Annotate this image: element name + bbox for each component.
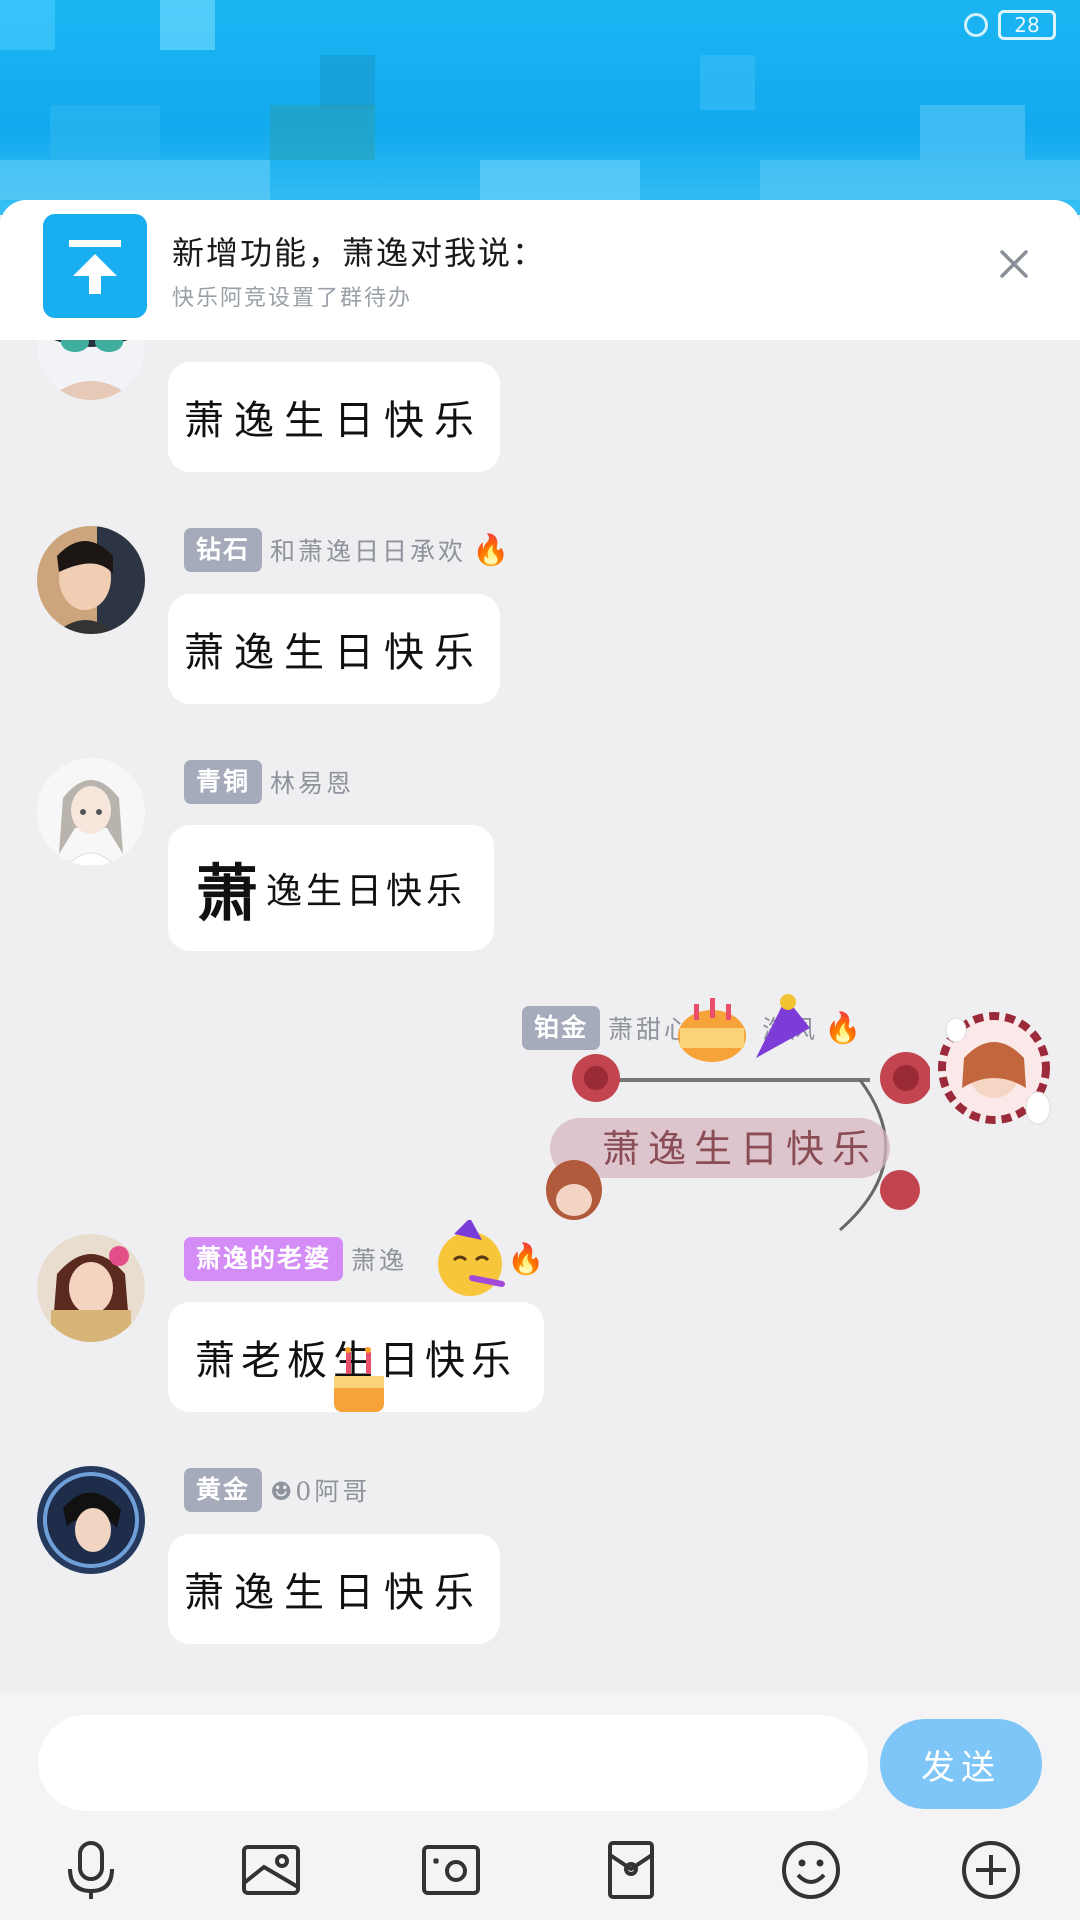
fire-icon: 🔥 (472, 532, 510, 568)
status-bar: 28 (964, 10, 1056, 40)
sender-meta: 青铜 林易恩 (184, 760, 354, 804)
feature-notice-banner[interactable]: 新增功能，萧逸对我说： 快乐阿竞设置了群待办 (0, 200, 1080, 340)
red-packet-icon[interactable] (596, 1835, 666, 1905)
signal-icon (964, 13, 988, 37)
plus-icon[interactable] (956, 1835, 1026, 1905)
close-icon[interactable] (996, 246, 1032, 282)
sender-meta: 黄金 ☻0阿哥 (184, 1468, 370, 1512)
avatar[interactable] (37, 758, 145, 866)
avatar-frame-self[interactable] (934, 1008, 1054, 1128)
sender-nickname[interactable]: ☻0阿哥 (270, 1472, 370, 1508)
notice-title: 新增功能，萧逸对我说： (172, 234, 547, 272)
battery-indicator: 28 (998, 10, 1056, 40)
blurred-header: 28 (0, 0, 1080, 215)
message-input[interactable] (38, 1715, 868, 1811)
message-bubble[interactable]: 萧逸生日快乐 (168, 594, 500, 704)
sender-nickname[interactable]: 和萧逸日日承欢 (270, 532, 466, 568)
sender-nickname[interactable]: 萧逸 (351, 1241, 407, 1277)
emoji-icon[interactable] (776, 1835, 846, 1905)
message-text: 萧逸生日快乐 (601, 1126, 878, 1171)
send-button[interactable]: 发送 (880, 1719, 1042, 1809)
avatar[interactable] (37, 1466, 145, 1574)
message-bubble[interactable]: 萧逸生日快乐 (168, 362, 500, 472)
mic-icon[interactable] (56, 1835, 126, 1905)
sender-nickname[interactable]: 林易恩 (270, 764, 354, 800)
message-text-large: 萧 (195, 857, 262, 930)
level-badge: 黄金 (184, 1468, 263, 1512)
pin-top-icon (43, 214, 147, 318)
message-bubble[interactable]: 萧 逸生日快乐 (168, 825, 494, 951)
fire-icon: 🔥 (507, 1241, 545, 1277)
avatar[interactable] (37, 1234, 145, 1342)
level-badge: 钻石 (184, 528, 263, 572)
camera-icon[interactable] (416, 1835, 486, 1905)
cake-icon (326, 1340, 392, 1420)
image-icon[interactable] (236, 1835, 306, 1905)
message-bubble[interactable]: 萧逸生日快乐 (168, 1534, 500, 1644)
title-badge: 萧逸的老婆 (184, 1237, 344, 1281)
sender-meta: 钻石 和萧逸日日承欢 🔥 (184, 528, 509, 572)
message-text: 逸生日快乐 (266, 871, 467, 912)
chat-message-list[interactable]: 萧逸生日快乐 钻石 和萧逸日日承欢 🔥 萧逸生日快乐 青铜 林易恩 萧 逸生日快… (0, 340, 1080, 1693)
notice-subtitle: 快乐阿竞设置了群待办 (172, 286, 413, 311)
avatar[interactable] (37, 526, 145, 634)
input-bar: 发送 (0, 1693, 1080, 1920)
party-face-sticker (430, 1218, 510, 1300)
level-badge: 青铜 (184, 760, 263, 804)
avatar[interactable] (37, 340, 145, 400)
